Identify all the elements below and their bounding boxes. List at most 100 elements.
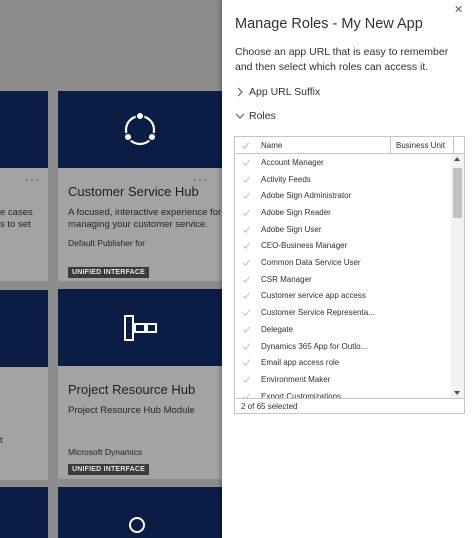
more-options-icon[interactable]: ··· [25, 173, 40, 185]
app-card-header [0, 290, 48, 367]
row-checkbox[interactable] [241, 258, 251, 268]
role-name: Customer Service Representa... [261, 308, 375, 318]
column-header-business-unit[interactable]: Business Unit [396, 141, 445, 150]
row-checkbox[interactable] [241, 191, 251, 201]
app-url-suffix-label: App URL Suffix [249, 86, 321, 98]
app-card-publisher: Default Publisher for [68, 238, 146, 248]
column-divider[interactable] [390, 137, 391, 153]
table-row[interactable]: Export Customizations [235, 388, 451, 398]
scroll-up-arrow-icon[interactable] [454, 157, 460, 161]
app-card-header [58, 487, 222, 538]
table-row[interactable]: CSR Manager [235, 271, 451, 288]
role-name: Adobe Sign Reader [261, 207, 331, 217]
select-all-checkbox[interactable] [235, 137, 256, 153]
row-checkbox[interactable] [241, 174, 251, 184]
column-header-name[interactable]: Name [261, 141, 282, 150]
table-row[interactable]: Environment Maker [235, 371, 451, 388]
checkmark-icon [242, 176, 250, 183]
role-name: Adobe Sign User [261, 224, 322, 234]
role-name: Adobe Sign Administrator [261, 191, 352, 201]
column-divider[interactable] [453, 137, 454, 153]
role-name: Common Data Service User [261, 258, 361, 268]
app-card-partial-left-2[interactable]: t [0, 290, 48, 480]
app-card-publisher: Microsoft Dynamics [68, 447, 143, 457]
chevron-down-icon [235, 113, 245, 119]
manage-roles-panel: ✕ Manage Roles - My New App Choose an ap… [222, 0, 474, 538]
row-checkbox[interactable] [241, 274, 251, 284]
table-row[interactable]: Common Data Service User [235, 254, 451, 271]
role-name: Activity Feeds [261, 174, 311, 184]
row-checkbox[interactable] [241, 391, 251, 398]
app-url-suffix-toggle[interactable]: App URL Suffix [234, 86, 320, 98]
row-checkbox[interactable] [241, 157, 251, 167]
table-row[interactable]: Dynamics 365 App for Outlo... [235, 338, 451, 355]
table-row[interactable]: Activity Feeds [235, 171, 451, 188]
more-options-icon[interactable]: ··· [193, 173, 208, 185]
table-row[interactable]: Delegate [235, 321, 451, 338]
checkmark-icon [242, 226, 250, 233]
row-checkbox[interactable] [241, 358, 251, 368]
app-card-header [58, 91, 222, 168]
row-checkbox[interactable] [241, 241, 251, 251]
role-name: Delegate [261, 324, 294, 334]
app-card-partial-left-3[interactable] [0, 487, 48, 538]
checkmark-icon [242, 343, 250, 350]
partial-description-line: t [0, 435, 3, 446]
app-card-header [58, 289, 222, 366]
row-checkbox[interactable] [241, 291, 251, 301]
checkmark-icon [242, 159, 250, 166]
vertical-scrollbar[interactable] [451, 154, 464, 398]
roles-toggle[interactable]: Roles [234, 110, 276, 122]
table-row[interactable]: Email app access role [235, 354, 451, 371]
org-chart-icon [124, 314, 157, 341]
checkmark-icon [241, 141, 250, 149]
role-name: CSR Manager [261, 274, 312, 284]
scroll-down-arrow-icon[interactable] [454, 391, 460, 395]
panel-description: Choose an app URL that is easy to rememb… [235, 46, 449, 73]
scrollbar-thumb[interactable] [453, 168, 462, 218]
app-card-title: Customer Service Hub [68, 184, 199, 199]
chevron-right-icon [237, 87, 243, 97]
hub-network-icon [123, 110, 157, 145]
selection-count: 2 of 65 selected [235, 398, 464, 413]
row-checkbox[interactable] [241, 224, 251, 234]
role-name: CEO-Business Manager [261, 241, 348, 251]
row-checkbox[interactable] [241, 374, 251, 384]
row-checkbox[interactable] [241, 341, 251, 351]
table-row[interactable]: Account Manager [235, 154, 451, 171]
app-card-header [0, 487, 48, 538]
table-row[interactable]: CEO-Business Manager [235, 238, 451, 255]
row-checkbox[interactable] [241, 308, 251, 318]
role-name: Dynamics 365 App for Outlo... [261, 341, 368, 351]
roles-grid-header: Name Business Unit [235, 137, 464, 154]
app-card-description-line-2: managing your customer service. [68, 219, 208, 230]
partial-description-line-2: s to set [0, 219, 31, 230]
app-card-project-resource-hub[interactable]: Project Resource Hub Project Resource Hu… [58, 289, 222, 479]
partial-description-line-1: e cases [0, 207, 33, 218]
roles-grid: Name Business Unit Account Manager Activi… [234, 136, 465, 414]
table-row[interactable]: Customer Service Representa... [235, 304, 451, 321]
app-card-description-line-1: A focused, interactive experience for [68, 207, 222, 218]
close-icon[interactable]: ✕ [454, 3, 463, 16]
app-card-description-line-1: Project Resource Hub Module [68, 405, 195, 416]
role-name: Customer service app access [261, 291, 366, 301]
role-name: Account Manager [261, 157, 324, 167]
app-card-header [0, 91, 48, 168]
app-card-customer-service-hub[interactable]: ··· Customer Service Hub A focused, inte… [58, 91, 222, 281]
panel-title: Manage Roles - My New App [235, 16, 423, 32]
app-card-partial-bottom[interactable] [58, 487, 222, 538]
table-row[interactable]: Customer service app access [235, 288, 451, 305]
row-checkbox[interactable] [241, 207, 251, 217]
app-grid-background: ··· e cases s to set ··· Customer Servic… [0, 0, 222, 538]
app-card-partial-left-1[interactable]: ··· e cases s to set [0, 91, 48, 281]
checkmark-icon [242, 292, 250, 300]
checkmark-icon [242, 209, 250, 216]
roles-grid-rows: Account Manager Activity Feeds Adobe Sign … [235, 154, 451, 398]
checkmark-icon [242, 309, 250, 317]
table-row[interactable]: Adobe Sign User [235, 221, 451, 238]
table-row[interactable]: Adobe Sign Administrator [235, 187, 451, 204]
table-row[interactable]: Adobe Sign Reader [235, 204, 451, 221]
unified-interface-badge: UNIFIED INTERFACE [68, 464, 150, 475]
checkmark-icon [242, 192, 250, 200]
row-checkbox[interactable] [241, 324, 251, 334]
